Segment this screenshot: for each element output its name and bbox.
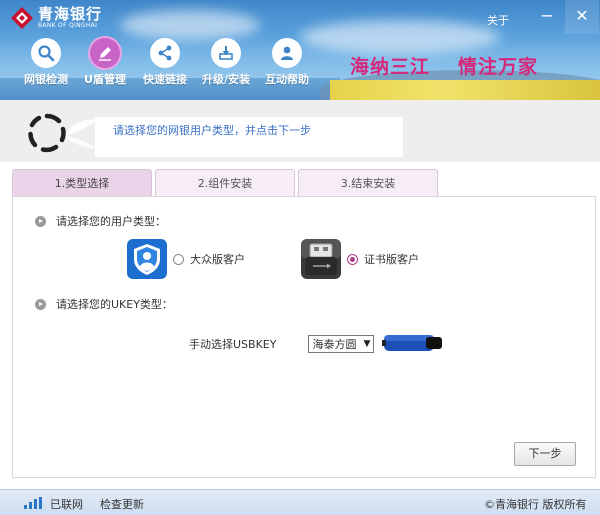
info-strip: 请选择您的网银用户类型，并点击下一步 [0,100,600,162]
network-status: 已联网 [50,498,83,511]
network-signal-icon [24,497,42,509]
cert-client-label: 证书版客户 [364,253,419,266]
slogan-left: 海纳三江 [350,56,431,78]
cloud-decoration [120,10,260,40]
minimize-button[interactable]: − [530,0,564,34]
tab-component-install[interactable]: 2.组件安装 [155,169,295,197]
loading-spinner-icon [28,113,66,153]
nav-item-bank-check[interactable]: 网银检测 [16,38,76,87]
nav-item-ukey-manage[interactable]: U盾管理 [76,38,134,87]
type-select-panel: 请选择您的用户类型： 大众版客户 证书版客户 请选择您的UKEY类型： 手动选择… [12,196,596,478]
public-client-label: 大众版客户 [190,253,245,266]
nav-label: 快速链接 [143,73,187,86]
ukey-type-title: 请选择您的UKEY类型： [56,298,173,311]
chevron-down-icon: ▼ [363,339,371,349]
user-type-title: 请选择您的用户类型： [56,215,166,228]
usbkey-select-value: 海泰方圆 [312,338,357,351]
nav-label: 互动帮助 [265,73,309,86]
usbkey-row: 手动选择USBKEY 海泰方圆 ▼ [189,335,375,353]
shield-user-icon [127,239,167,279]
bank-name-en: BANK OF QINGHAI [38,22,98,29]
public-client-radio[interactable] [173,253,184,265]
bank-logo-icon [10,6,34,30]
bank-name: 青海银行 [38,5,103,23]
download-icon [219,46,233,60]
usb-key-device-icon [382,335,442,351]
public-client-option[interactable]: 大众版客户 [127,239,245,279]
arrow-bullet-icon [35,215,46,227]
pen-icon [99,47,111,61]
cert-client-option[interactable]: 证书版客户 [301,239,419,279]
nav-label: 网银检测 [24,73,68,86]
main-nav: 网银检测 U盾管理 快速链接 升级/安装 互动帮助 [16,38,318,87]
close-button[interactable]: ✕ [565,0,599,34]
nav-item-quick-link[interactable]: 快速链接 [134,38,196,87]
user-icon [281,46,293,60]
about-link[interactable]: 关于 [487,12,509,28]
share-icon [158,45,172,61]
bank-logo: 青海银行 BANK OF QINGHAI [10,6,102,30]
header-banner: 青海银行 BANK OF QINGHAI 关于 − ✕ 网银检测 U盾管理 快速… [0,0,600,100]
arrow-bullet-icon [35,298,46,310]
usbkey-select[interactable]: 海泰方圆 ▼ [308,335,375,353]
nav-label: U盾管理 [84,73,126,86]
cloud-decoration [300,20,500,54]
user-type-heading: 请选择您的用户类型： [35,213,166,229]
tab-finish-install[interactable]: 3.结束安装 [298,169,438,197]
cert-client-radio[interactable] [347,253,358,265]
message-box: 请选择您的网银用户类型，并点击下一步 [95,117,403,157]
nav-item-upgrade-install[interactable]: 升级/安装 [196,38,256,87]
nav-label: 升级/安装 [201,73,251,86]
search-icon [38,45,55,62]
ukey-type-heading: 请选择您的UKEY类型： [35,296,173,312]
nav-item-help[interactable]: 互动帮助 [256,38,318,87]
info-message: 请选择您的网银用户类型，并点击下一步 [113,124,311,137]
usbkey-label: 手动选择USBKEY [189,338,277,351]
tab-type-select[interactable]: 1.类型选择 [12,169,152,197]
field-decoration [330,80,600,100]
copyright-text: ©青海银行 版权所有 [484,498,587,511]
usb-icon [301,239,341,279]
check-update-link[interactable]: 检查更新 [100,496,144,512]
slogan-right: 情注万家 [458,56,539,78]
step-tabs: 1.类型选择 2.组件安装 3.结束安装 [12,169,438,197]
status-bar: 已联网 检查更新 ©青海银行 版权所有 [0,489,600,515]
next-button[interactable]: 下一步 [514,442,576,466]
